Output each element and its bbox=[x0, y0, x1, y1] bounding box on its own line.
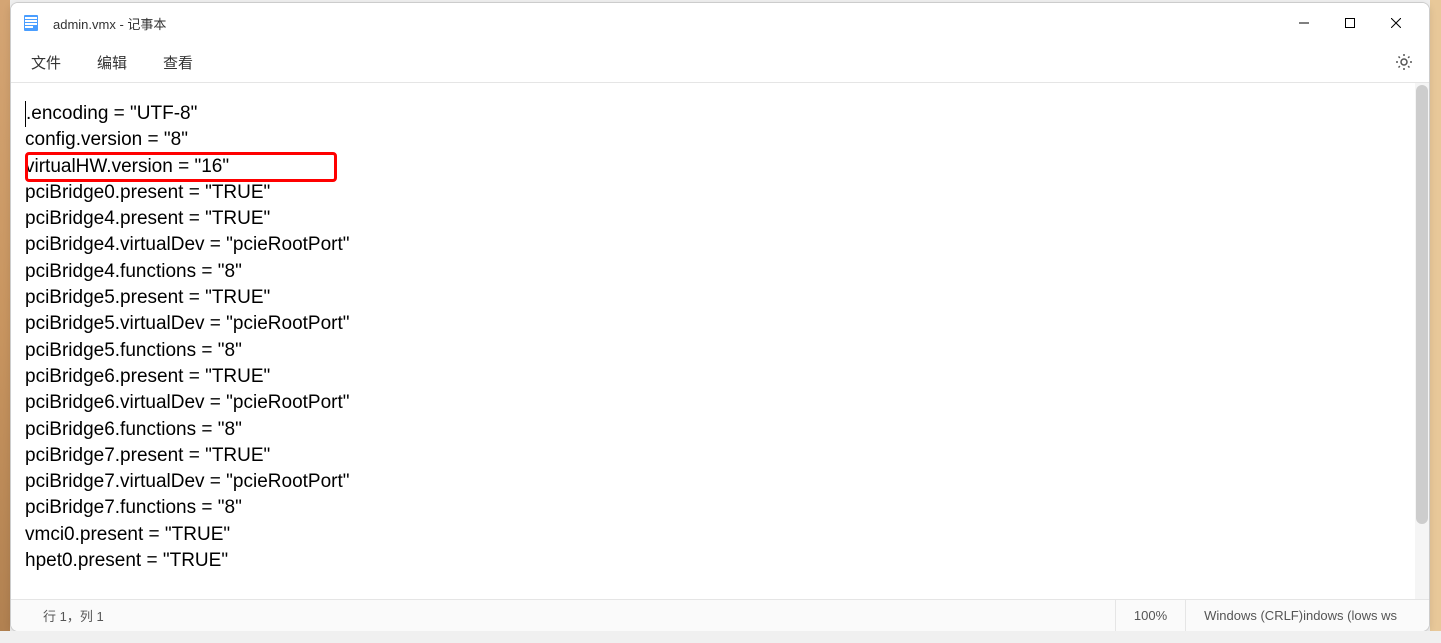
status-cursor-position: 行 1，列 1 bbox=[25, 600, 1115, 631]
notepad-icon bbox=[21, 13, 41, 33]
status-zoom: 100% bbox=[1115, 600, 1185, 631]
taskbar-fragment bbox=[0, 631, 1441, 643]
text-line[interactable]: pciBridge4.present = "TRUE" bbox=[25, 206, 1415, 232]
text-line[interactable]: pciBridge5.functions = "8" bbox=[25, 338, 1415, 364]
desktop-right-edge bbox=[1430, 0, 1441, 643]
menu-edit[interactable]: 编辑 bbox=[93, 48, 131, 77]
text-editor-area[interactable]: .encoding = "UTF-8"config.version = "8"v… bbox=[11, 83, 1429, 599]
text-line[interactable]: pciBridge6.functions = "8" bbox=[25, 417, 1415, 443]
text-line[interactable]: pciBridge4.virtualDev = "pcieRootPort" bbox=[25, 232, 1415, 258]
text-line[interactable]: pciBridge7.functions = "8" bbox=[25, 495, 1415, 521]
menu-view[interactable]: 查看 bbox=[159, 48, 197, 77]
menu-file[interactable]: 文件 bbox=[27, 48, 65, 77]
text-line[interactable]: pciBridge5.present = "TRUE" bbox=[25, 285, 1415, 311]
scrollbar-track[interactable] bbox=[1415, 83, 1429, 599]
status-bar: 行 1，列 1 100% Windows (CRLF)indows (lows … bbox=[11, 599, 1429, 631]
close-button[interactable] bbox=[1373, 7, 1419, 39]
text-line[interactable]: config.version = "8" bbox=[25, 127, 1415, 153]
gear-icon[interactable] bbox=[1395, 53, 1415, 73]
text-line[interactable]: .encoding = "UTF-8" bbox=[25, 101, 1415, 127]
menu-bar: 文件 编辑 查看 bbox=[11, 43, 1429, 83]
text-line[interactable]: pciBridge0.present = "TRUE" bbox=[25, 180, 1415, 206]
minimize-button[interactable] bbox=[1281, 7, 1327, 39]
scrollbar-thumb[interactable] bbox=[1416, 85, 1428, 524]
window-title: admin.vmx - 记事本 bbox=[53, 14, 1281, 33]
window-controls bbox=[1281, 7, 1419, 39]
title-bar[interactable]: admin.vmx - 记事本 bbox=[11, 3, 1429, 43]
text-line[interactable]: hpet0.present = "TRUE" bbox=[25, 548, 1415, 574]
text-line[interactable]: pciBridge5.virtualDev = "pcieRootPort" bbox=[25, 311, 1415, 337]
text-line[interactable]: pciBridge6.present = "TRUE" bbox=[25, 364, 1415, 390]
text-line[interactable]: pciBridge6.virtualDev = "pcieRootPort" bbox=[25, 390, 1415, 416]
status-encoding: Windows (CRLF)indows (lows ws bbox=[1185, 600, 1415, 631]
text-line[interactable]: pciBridge7.present = "TRUE" bbox=[25, 443, 1415, 469]
desktop-left-edge bbox=[0, 0, 10, 643]
text-line[interactable]: pciBridge4.functions = "8" bbox=[25, 259, 1415, 285]
notepad-window: admin.vmx - 记事本 文件 编辑 查看 .encoding = "UT… bbox=[10, 2, 1430, 632]
text-line[interactable]: virtualHW.version = "16" bbox=[25, 154, 1415, 180]
text-line[interactable]: pciBridge7.virtualDev = "pcieRootPort" bbox=[25, 469, 1415, 495]
text-line[interactable]: vmci0.present = "TRUE" bbox=[25, 522, 1415, 548]
maximize-button[interactable] bbox=[1327, 7, 1373, 39]
